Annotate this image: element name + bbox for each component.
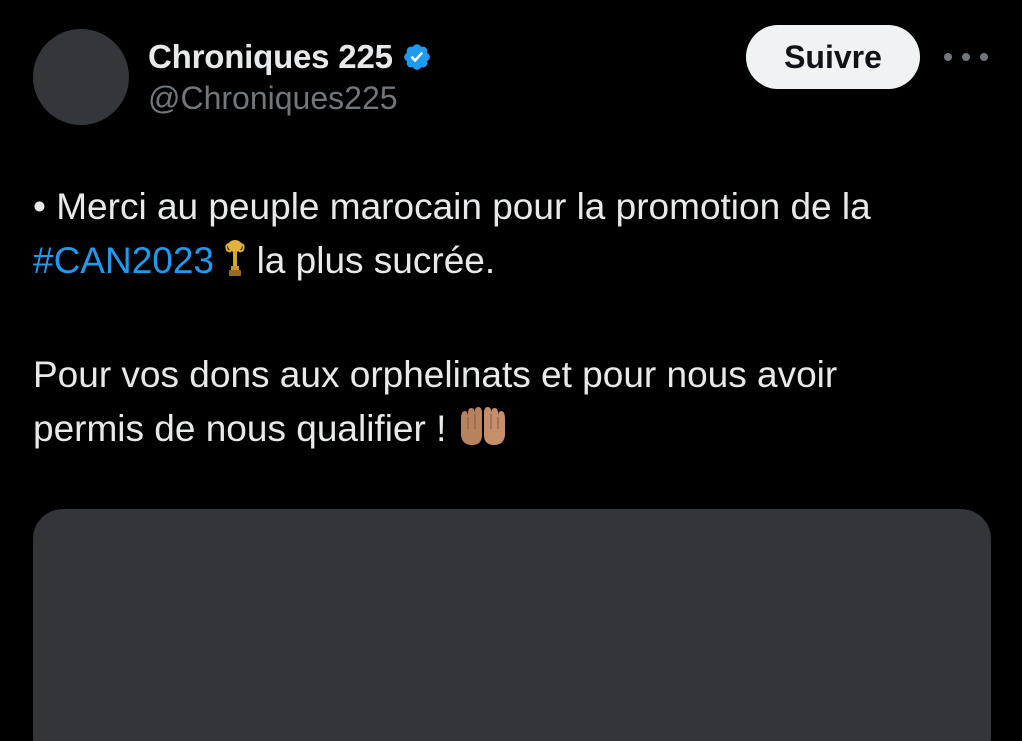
more-dot — [944, 53, 952, 61]
more-dot — [980, 53, 988, 61]
more-options-icon[interactable] — [944, 45, 988, 69]
author-display-name[interactable]: Chroniques 225 — [148, 38, 393, 76]
tweet-line-3: Pour vos dons aux orphelinats et pour no… — [33, 354, 838, 395]
verified-badge-icon — [402, 42, 432, 72]
author-name-row: Chroniques 225 — [148, 36, 432, 78]
media-placeholder[interactable] — [33, 509, 991, 741]
follow-button[interactable]: Suivre — [746, 25, 920, 89]
trophy-icon — [224, 239, 246, 294]
tweet-paragraph-2: Pour vos dons aux orphelinats et pour no… — [33, 348, 993, 462]
tweet: Chroniques 225 @Chroniques225 Suivre • M… — [0, 0, 1022, 741]
avatar[interactable] — [33, 29, 129, 125]
author-handle[interactable]: @Chroniques225 — [148, 78, 398, 118]
tweet-text: • Merci au peuple marocain pour la promo… — [33, 180, 993, 462]
tweet-paragraph-1: • Merci au peuple marocain pour la promo… — [33, 180, 993, 294]
tweet-line-1: • Merci au peuple marocain pour la promo… — [33, 186, 871, 227]
tweet-line-2-rest: la plus sucrée. — [256, 240, 496, 281]
more-dot — [962, 53, 970, 61]
tweet-line-4: permis de nous qualifier ! — [33, 408, 447, 449]
hashtag-link[interactable]: #CAN2023 — [33, 240, 214, 281]
palms-up-together-icon — [457, 405, 509, 462]
